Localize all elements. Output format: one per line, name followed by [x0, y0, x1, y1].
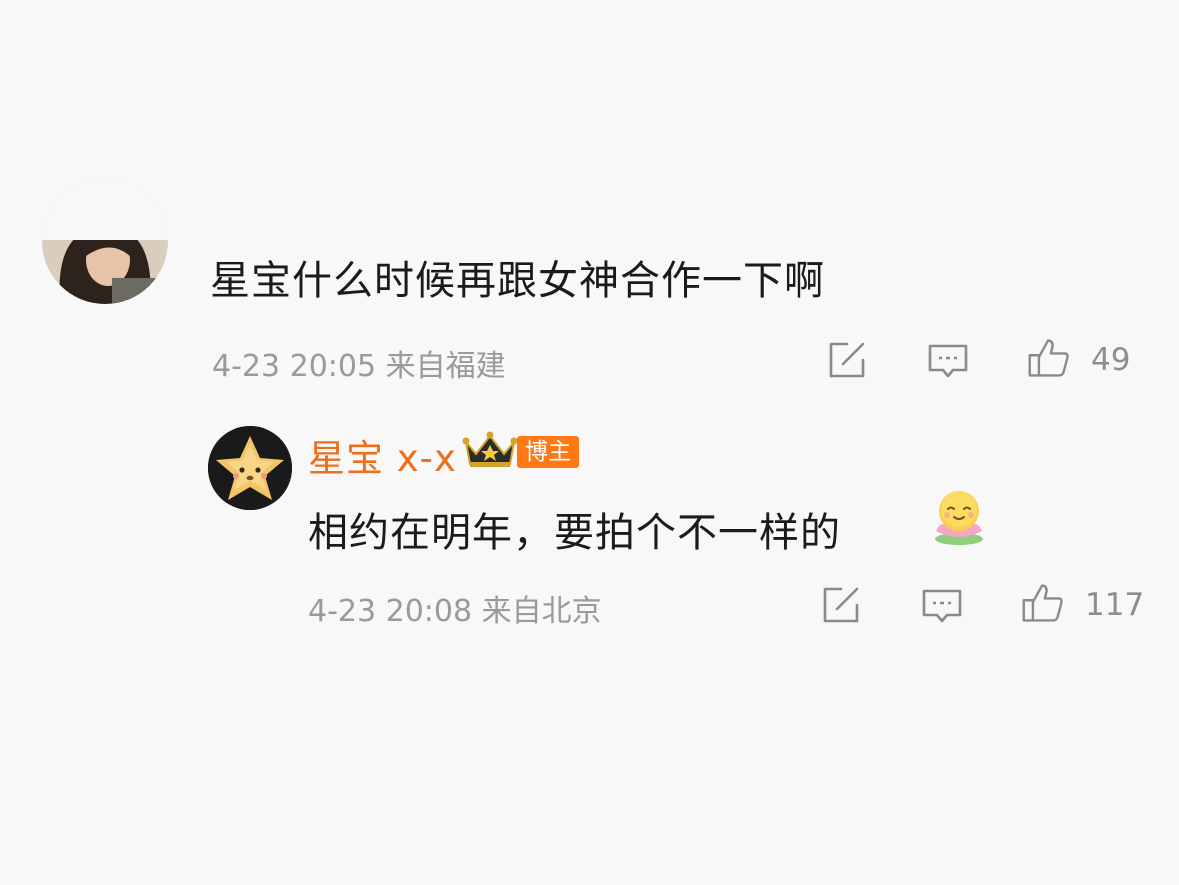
- commenter-avatar[interactable]: [42, 178, 168, 304]
- comment-bubble-icon[interactable]: [920, 585, 964, 629]
- reply-author-name[interactable]: 星宝 x-x: [308, 428, 457, 482]
- share-edit-icon[interactable]: [825, 338, 869, 382]
- crown-icon: [462, 430, 518, 470]
- share-edit-icon[interactable]: [819, 583, 863, 627]
- blogger-badge: 博主: [517, 436, 579, 468]
- comment-meta: 4-23 20:05 来自福建: [212, 349, 506, 384]
- reply-author-avatar[interactable]: [208, 426, 292, 510]
- smiling-lotus-emoji: [930, 487, 988, 547]
- reply-meta: 4-23 20:08 来自北京: [308, 594, 602, 629]
- comment-bubble-icon[interactable]: [926, 340, 970, 384]
- like-count: 49: [1091, 342, 1131, 378]
- like-count: 117: [1085, 587, 1145, 623]
- thumbs-up-icon[interactable]: [1021, 581, 1069, 627]
- comment-text: 星宝什么时候再跟女神合作一下啊: [210, 258, 825, 304]
- reply-text: 相约在明年，要拍个不一样的: [308, 510, 841, 556]
- thumbs-up-icon[interactable]: [1027, 336, 1075, 382]
